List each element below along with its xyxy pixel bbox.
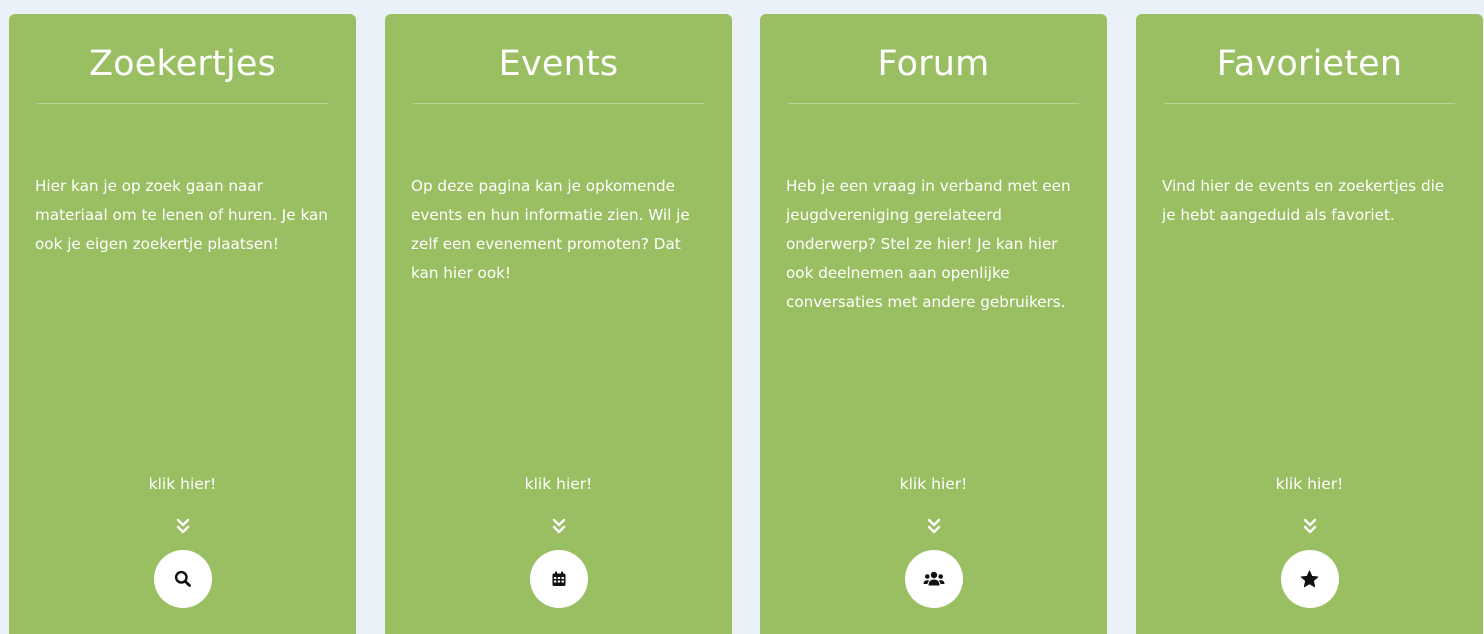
- double-chevron-down-icon: [552, 518, 565, 534]
- divider: [788, 103, 1079, 104]
- double-chevron-down-icon: [1303, 518, 1316, 534]
- favorieten-icon-button[interactable]: [1280, 550, 1339, 608]
- card-title: Favorieten: [1216, 44, 1403, 84]
- klik-hier-link[interactable]: klik hier!: [1136, 474, 1483, 494]
- card-title: Events: [498, 44, 619, 84]
- events-icon-button[interactable]: [529, 550, 588, 608]
- card-description: Heb je een vraag in verband met een jeug…: [786, 177, 1071, 311]
- double-chevron-down-icon: [176, 518, 189, 534]
- card-description: Vind hier de events en zoekertjes die je…: [1162, 177, 1445, 224]
- search-icon: [174, 570, 191, 587]
- klik-hier-link[interactable]: klik hier!: [9, 474, 356, 494]
- card-events: Events Op deze pagina kan je opkomende e…: [385, 14, 732, 634]
- double-chevron-down-icon: [927, 518, 940, 534]
- card-zoekertjes: Zoekertjes Hier kan je op zoek gaan naar…: [9, 14, 356, 634]
- divider: [37, 103, 328, 104]
- star-icon: [1300, 570, 1319, 588]
- klik-hier-link[interactable]: klik hier!: [760, 474, 1107, 494]
- card-title: Zoekertjes: [88, 44, 277, 84]
- klik-hier-link[interactable]: klik hier!: [385, 474, 732, 494]
- calendar-icon: [552, 571, 565, 586]
- divider: [1164, 103, 1455, 104]
- card-description: Hier kan je op zoek gaan naar materiaal …: [35, 177, 328, 253]
- card-title: Forum: [877, 44, 990, 84]
- card-forum: Forum Heb je een vraag in verband met ee…: [760, 14, 1107, 634]
- zoekertjes-icon-button[interactable]: [153, 550, 212, 608]
- users-icon: [923, 571, 944, 586]
- divider: [413, 103, 704, 104]
- card-description: Op deze pagina kan je opkomende events e…: [411, 177, 690, 282]
- forum-icon-button[interactable]: [904, 550, 963, 608]
- card-favorieten: Favorieten Vind hier de events en zoeker…: [1136, 14, 1483, 634]
